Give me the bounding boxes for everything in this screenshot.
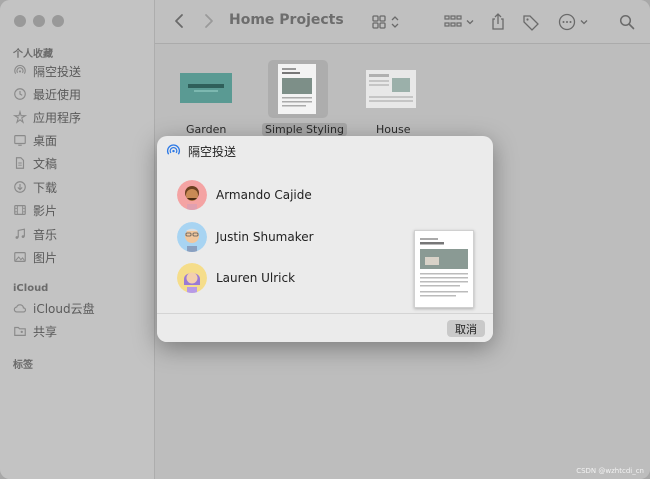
search-button[interactable]	[617, 12, 637, 32]
watermark: CSDN @wzhtcdi_cn	[576, 467, 644, 475]
more-actions-button[interactable]	[557, 12, 589, 32]
file-item-house[interactable]	[366, 70, 418, 108]
tags-section-title: 标签	[13, 360, 33, 371]
film-icon	[14, 205, 26, 215]
dialog-body: Armando Cajide Justin Shumaker Lauren Ul…	[157, 166, 493, 313]
cloud-icon	[13, 304, 27, 313]
file-item-garden[interactable]	[178, 73, 234, 103]
back-button[interactable]	[171, 12, 187, 30]
search-icon	[619, 14, 635, 30]
shared-folder-icon	[14, 326, 26, 336]
sidebar-item-pictures[interactable]: 图片	[13, 247, 57, 267]
zoom-window-button[interactable]	[52, 15, 64, 27]
recipient-name: Armando Cajide	[216, 188, 312, 202]
airdrop-icon	[166, 144, 181, 155]
forward-button[interactable]	[201, 12, 217, 30]
window-title: Home Projects	[229, 12, 344, 28]
sidebar-item-label: 文稿	[33, 156, 58, 171]
photo-icon	[14, 252, 26, 262]
finder-window: 个人收藏 隔空投送 最近使用 应用程序 桌面 文稿 下载 影片 音乐 图片 iC…	[0, 0, 650, 479]
file-label: Garden	[186, 123, 227, 136]
cancel-button[interactable]: 取消	[447, 320, 485, 337]
avatar	[177, 180, 207, 210]
avatar	[177, 263, 207, 293]
group-button[interactable]	[442, 12, 476, 32]
applications-icon	[13, 110, 27, 124]
sidebar-item-downloads[interactable]: 下载	[13, 177, 57, 197]
tag-icon	[523, 15, 539, 31]
sidebar-item-label: 下载	[33, 180, 58, 195]
icloud-section-title: iCloud	[13, 283, 49, 294]
minimize-window-button[interactable]	[33, 15, 45, 27]
sidebar-item-label: 桌面	[33, 133, 58, 148]
house-thumbnail	[366, 70, 416, 108]
simple-styling-thumbnail	[278, 64, 316, 114]
airdrop-recipient[interactable]: Armando Cajide	[177, 179, 312, 211]
dialog-header: 隔空投送	[157, 136, 493, 167]
clock-icon	[14, 88, 26, 100]
recipient-name: Justin Shumaker	[216, 230, 314, 244]
desktop-icon	[14, 135, 26, 146]
chevron-left-icon	[175, 14, 183, 28]
chevron-right-icon	[205, 14, 213, 28]
sidebar-item-label: 共享	[33, 324, 58, 339]
sidebar: 个人收藏 隔空投送 最近使用 应用程序 桌面 文稿 下载 影片 音乐 图片 iC…	[0, 0, 155, 479]
group-icon	[443, 15, 462, 27]
airdrop-recipient[interactable]: Justin Shumaker	[177, 221, 314, 253]
close-window-button[interactable]	[14, 15, 26, 27]
sidebar-item-recents[interactable]: 最近使用	[13, 84, 81, 104]
sidebar-item-icloud-drive[interactable]: iCloud云盘	[13, 298, 95, 318]
sidebar-item-documents[interactable]: 文稿	[13, 153, 57, 173]
tag-button[interactable]	[520, 11, 542, 33]
sidebar-item-label: 影片	[33, 203, 58, 218]
music-icon	[15, 228, 25, 239]
chevron-down-icon	[466, 20, 473, 25]
recipient-name: Lauren Ulrick	[216, 271, 296, 285]
avatar	[177, 222, 207, 252]
document-icon	[15, 157, 25, 169]
file-item-simple-styling[interactable]	[278, 64, 318, 114]
sidebar-item-shared[interactable]: 共享	[13, 321, 57, 341]
favorites-section-title: 个人收藏	[13, 49, 53, 60]
chevron-down-icon	[580, 20, 587, 25]
sidebar-item-label: 应用程序	[33, 110, 82, 125]
chevron-updown-icon	[391, 16, 398, 28]
grid-view-icon	[371, 15, 386, 29]
sidebar-item-desktop[interactable]: 桌面	[13, 130, 57, 150]
ellipsis-circle-icon	[558, 13, 575, 31]
file-label: House	[376, 123, 411, 136]
sidebar-item-label: 隔空投送	[33, 64, 82, 79]
sidebar-item-label: 最近使用	[33, 87, 82, 102]
airdrop-dialog: 隔空投送 Armando Cajide Justin Shumaker Laur…	[157, 136, 493, 342]
airdrop-icon	[14, 64, 26, 74]
file-label: Simple Styling	[262, 123, 347, 136]
sidebar-item-label: 音乐	[33, 227, 58, 242]
garden-thumbnail	[180, 73, 232, 103]
view-mode-button[interactable]	[368, 12, 402, 32]
sidebar-item-label: 图片	[33, 250, 58, 265]
airdrop-recipient[interactable]: Lauren Ulrick	[177, 262, 295, 294]
document-preview	[414, 230, 474, 308]
dialog-title: 隔空投送	[188, 145, 237, 159]
sidebar-item-music[interactable]: 音乐	[13, 224, 57, 244]
download-icon	[14, 181, 26, 193]
sidebar-item-label: iCloud云盘	[33, 301, 95, 316]
sidebar-item-movies[interactable]: 影片	[13, 200, 57, 220]
share-icon	[492, 13, 504, 30]
share-button[interactable]	[488, 11, 508, 33]
sidebar-item-airdrop[interactable]: 隔空投送	[13, 61, 81, 81]
dialog-footer: 取消	[157, 313, 493, 342]
sidebar-item-applications[interactable]: 应用程序	[13, 107, 81, 127]
